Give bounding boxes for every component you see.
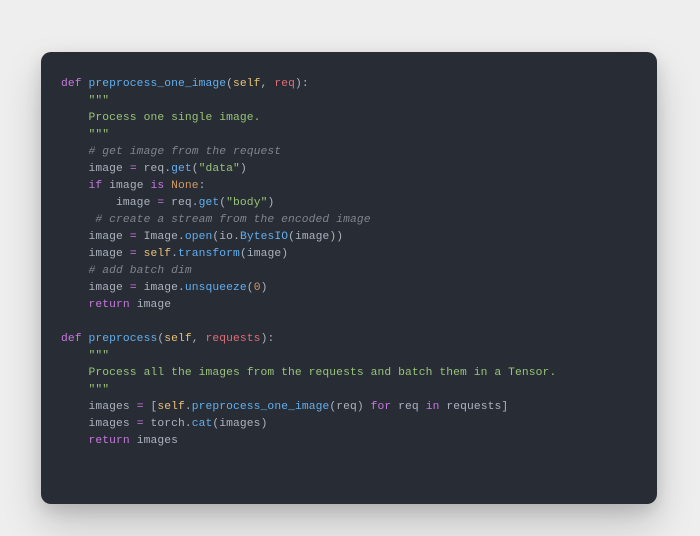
keyword-def: def [61,333,82,345]
var: image [295,231,329,243]
return-var: images [130,435,178,447]
open-paren: ( [192,163,199,175]
obj: req [164,197,192,209]
close-paren: ) [267,197,274,209]
close-paren: ) [261,282,268,294]
comment: # get image from the request [89,146,282,158]
dot: . [178,231,185,243]
method: transform [178,248,240,260]
var: images [219,418,260,430]
class-call: BytesIO [240,231,288,243]
keyword-for: for [371,401,392,413]
code-block: def preprocess_one_image(self, req): """… [61,76,637,450]
method: preprocess_one_image [192,401,330,413]
keyword-def: def [61,78,82,90]
dot: . [185,401,192,413]
close-paren-space: ) [357,401,371,413]
comma: , [261,78,275,90]
close-paren-colon: ): [295,78,309,90]
param: requests [206,333,261,345]
string: "body" [226,197,267,209]
module: io [219,231,233,243]
docstring-text: Process one single image. [89,112,261,124]
close-paren: ) [240,163,247,175]
number: 0 [254,282,261,294]
op-assign: = [130,282,137,294]
self: self [144,248,172,260]
dot: . [192,197,199,209]
open-paren: ( [247,282,254,294]
comment: # add batch dim [89,265,192,277]
var: image [89,248,130,260]
op-assign: = [130,163,137,175]
open-bracket: [ [144,401,158,413]
op-assign: = [130,231,137,243]
var: image [89,231,130,243]
comma: , [192,333,206,345]
open-paren: ( [226,78,233,90]
op-assign: = [130,248,137,260]
keyword-return: return [89,299,130,311]
docstring-quote: """ [89,129,110,141]
dot: . [178,282,185,294]
var: image [247,248,281,260]
op-assign: = [137,418,144,430]
func-name: preprocess [89,333,158,345]
iter-var-close: requests] [439,401,508,413]
docstring-quote: """ [89,384,110,396]
var: image [116,197,157,209]
dot: . [171,248,178,260]
module: torch [144,418,185,430]
self-param: self [233,78,261,90]
close-parens: )) [329,231,343,243]
docstring-quote: """ [89,350,110,362]
obj: req [137,163,165,175]
var: images [89,401,137,413]
space [137,248,144,260]
colon: : [199,180,206,192]
op-assign: = [137,401,144,413]
dot: . [185,418,192,430]
dot: . [233,231,240,243]
method: cat [192,418,213,430]
docstring-quote: """ [89,95,110,107]
close-paren: ) [281,248,288,260]
func-name: preprocess_one_image [89,78,227,90]
close-paren-colon: ): [261,333,275,345]
keyword-in: in [426,401,440,413]
keyword-return: return [89,435,130,447]
method: open [185,231,213,243]
comment: # create a stream from the encoded image [89,214,371,226]
var: image [89,163,130,175]
method: get [199,197,220,209]
keyword-is: is [150,180,164,192]
code-card: def preprocess_one_image(self, req): """… [41,52,657,504]
obj: image [137,282,178,294]
method: get [171,163,192,175]
class-name: Image [137,231,178,243]
method: unsqueeze [185,282,247,294]
param: req [274,78,295,90]
self: self [157,401,185,413]
return-var: image [130,299,171,311]
loop-var: req [391,401,425,413]
docstring-text: Process all the images from the requests… [89,367,557,379]
var: image [102,180,150,192]
self-param: self [164,333,192,345]
none-const: None [171,180,199,192]
close-paren: ) [261,418,268,430]
keyword-if: if [89,180,103,192]
var: req [336,401,357,413]
var: image [89,282,130,294]
string: "data" [199,163,240,175]
open-paren: ( [288,231,295,243]
var: images [89,418,137,430]
open-paren: ( [240,248,247,260]
